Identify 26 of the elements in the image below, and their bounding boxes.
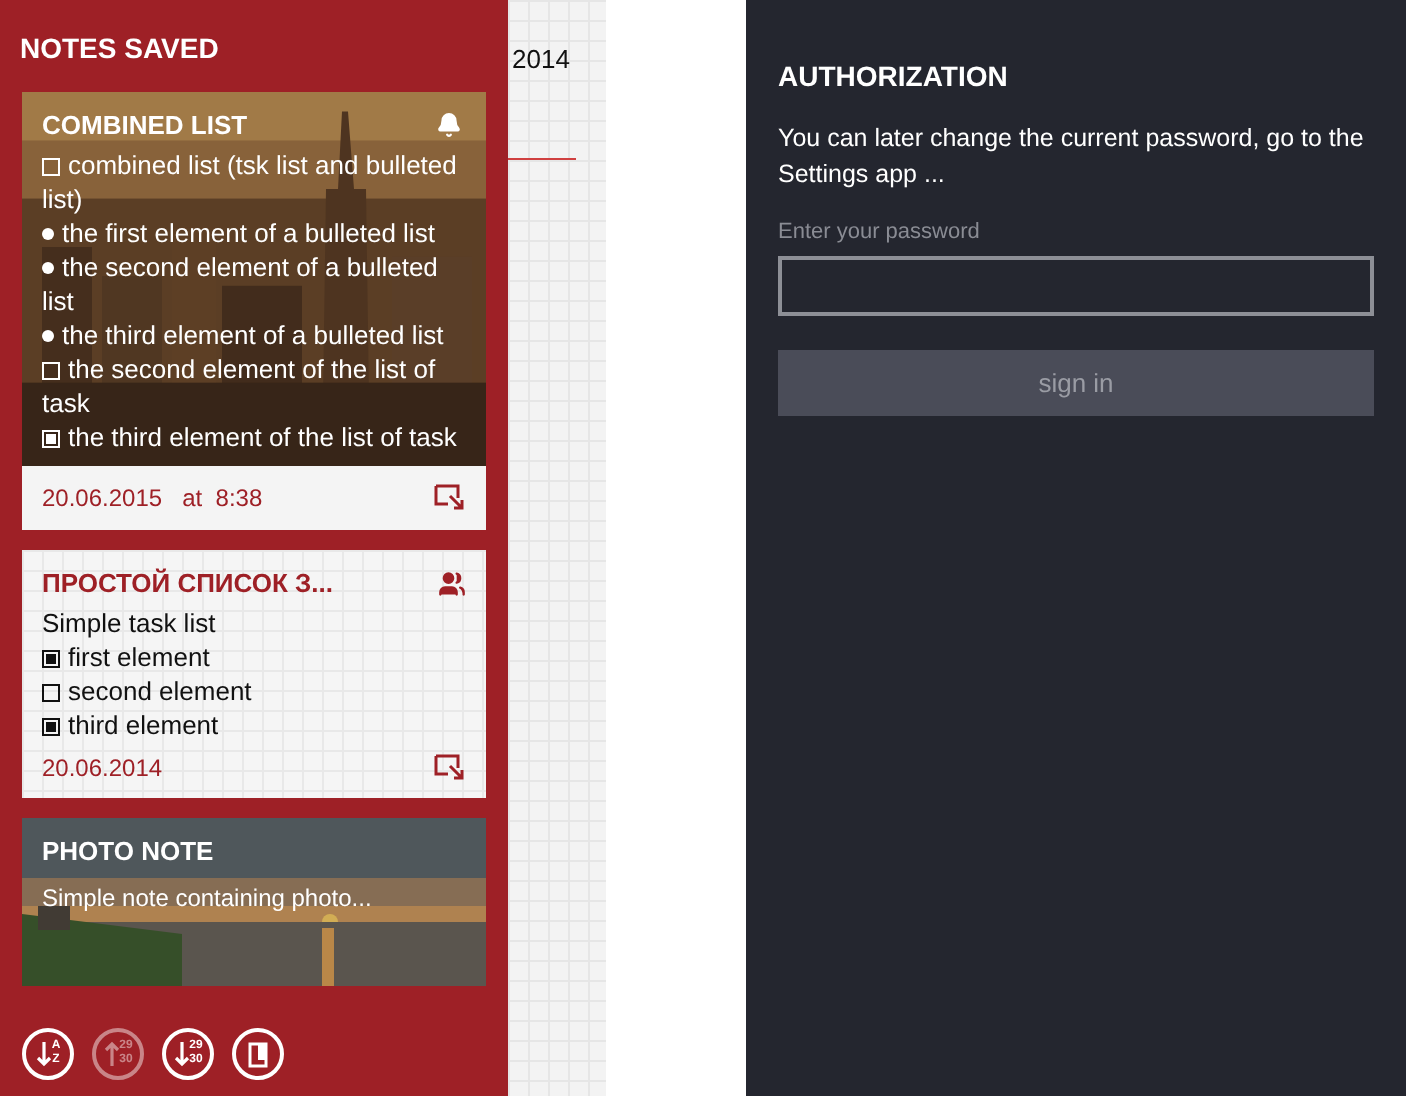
list-item: Simple task list xyxy=(42,606,218,640)
open-window-icon[interactable] xyxy=(434,484,466,512)
list-item: combined list (tsk list and bulleted list) xyxy=(42,148,459,216)
note-title: PHOTO NOTE xyxy=(42,836,214,866)
list-item: second element xyxy=(42,674,466,708)
list-item: the third element of the list of task xyxy=(42,420,462,454)
note-title: COMBINED LIST xyxy=(42,110,248,140)
list-item: the third element of a bulleted list xyxy=(42,318,462,352)
password-field[interactable] xyxy=(778,256,1374,316)
list-item: the first element of a bulleted list xyxy=(42,216,462,250)
note-date: 20.06.2015 at 8:38 xyxy=(42,484,263,512)
password-label: Enter your password xyxy=(778,220,982,244)
note-card[interactable]: ПРОСТОЙ СПИСОК З... Simple task list first element second element third element 20.06.2014 xyxy=(22,550,486,798)
note-date: 20.06.2014 xyxy=(42,754,163,782)
auth-title: AUTHORIZATION xyxy=(778,60,1010,92)
list-item: third element xyxy=(42,708,466,742)
note-card[interactable]: PHOTO NOTE Simple note containing photo... xyxy=(22,818,486,986)
auth-message: You can later change the current password, go to the Settings app ... xyxy=(778,122,1366,192)
list-item: first element xyxy=(42,640,466,674)
note-summary: Simple note containing photo... xyxy=(42,882,374,916)
note-title: ПРОСТОЙ СПИСОК З... xyxy=(42,568,333,598)
open-window-icon[interactable] xyxy=(434,754,466,782)
page-button[interactable] xyxy=(232,1028,284,1080)
sidebar-title: NOTES SAVED xyxy=(20,30,221,68)
page-icon xyxy=(248,1041,268,1067)
year-text: 2014 xyxy=(510,42,572,74)
